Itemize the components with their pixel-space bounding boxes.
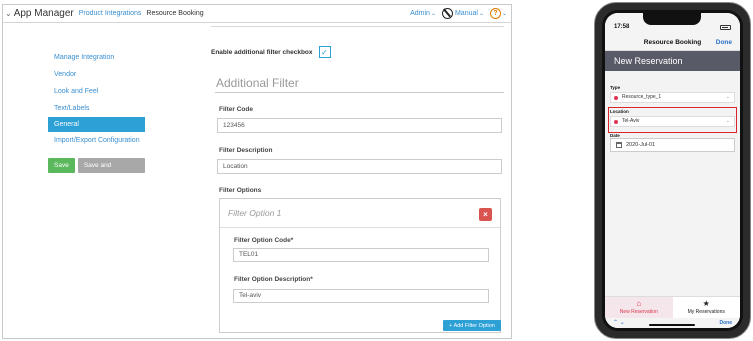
tab-bar: ⌂ New Reservation ★ My Reservations: [605, 296, 740, 318]
divider: [220, 227, 500, 228]
sidebar-item-look-and-feel[interactable]: Look and Feel: [48, 83, 145, 100]
option-code-label: Filter Option Code*: [234, 237, 294, 244]
filter-code-label: Filter Code: [219, 106, 253, 113]
divider: [211, 26, 504, 27]
home-icon: ⌂: [636, 299, 642, 308]
chevron-down-icon: ⌄: [501, 11, 507, 17]
top-right-menu: Admin ⌄ Manual ⌄ ? ⌄: [410, 8, 511, 19]
phone-notch: [643, 13, 701, 25]
sidebar-item-manage-integration[interactable]: Manage Integration: [48, 49, 145, 66]
sidebar-item-general[interactable]: General: [48, 117, 145, 132]
type-select[interactable]: Resource_type_1 ⌄: [610, 92, 735, 103]
nav-resource-booking: Resource Booking: [146, 10, 204, 17]
check-icon: ✓: [321, 47, 328, 57]
add-filter-option-button[interactable]: + Add Filter Option: [443, 320, 501, 331]
save-continue-button[interactable]: Save and Continue Editing: [77, 158, 145, 184]
type-label: Type: [610, 85, 621, 90]
divider: [215, 92, 504, 93]
nav-product-integrations[interactable]: Product Integrations: [79, 10, 142, 17]
location-value: Tel-Aviv: [622, 118, 640, 124]
phone-screen: 17:58 Resource Booking Done New Reservat…: [605, 13, 740, 328]
accessory-done-button[interactable]: Done: [720, 320, 733, 326]
enable-filter-checkbox[interactable]: ✓: [318, 46, 331, 58]
sidebar: Manage Integration Vendor Look and Feel …: [48, 49, 145, 184]
required-dot-icon: [614, 96, 618, 100]
section-title: Additional Filter: [216, 76, 299, 90]
done-button[interactable]: Done: [716, 35, 732, 51]
admin-menu[interactable]: Admin: [410, 10, 430, 17]
close-icon: ×: [483, 210, 488, 219]
calendar-icon: [616, 142, 622, 148]
battery-icon: [720, 25, 731, 30]
phone-bezel: 17:58 Resource Booking Done New Reservat…: [602, 10, 743, 331]
sidebar-item-vendor[interactable]: Vendor: [48, 66, 145, 83]
status-time: 17:58: [614, 24, 630, 30]
option-description-label: Filter Option Description*: [234, 276, 313, 283]
phone-frame: 17:58 Resource Booking Done New Reservat…: [594, 2, 751, 339]
option-description-input[interactable]: Tel-aviv: [233, 289, 489, 303]
sidebar-item-import-export[interactable]: Import/Export Configuration: [48, 132, 145, 149]
chevron-down-icon: ⌄: [478, 11, 484, 17]
admin-panel: ⌄ App Manager Product Integrations Resou…: [2, 4, 512, 339]
type-value: Resource_type_1: [622, 94, 662, 100]
tab-my-reservations[interactable]: ★ My Reservations: [672, 297, 740, 318]
save-button[interactable]: Save: [48, 158, 75, 173]
tab-label: My Reservations: [687, 309, 725, 315]
enable-filter-row: Enable additional filter checkbox ✓: [211, 46, 331, 58]
tab-new-reservation[interactable]: ⌂ New Reservation: [605, 297, 673, 318]
top-bar: ⌄ App Manager Product Integrations Resou…: [3, 5, 511, 23]
keyboard-accessory-bar: ⌃ ⌄ Done: [605, 318, 740, 328]
location-label: Location: [610, 109, 629, 114]
chevron-down-icon[interactable]: ⌄: [5, 9, 12, 18]
sidebar-buttons: Save Save and Continue Editing: [48, 158, 145, 184]
filter-options-label: Filter Options: [219, 187, 262, 194]
star-icon: ★: [702, 299, 710, 308]
chevron-down-icon: ⌄: [430, 11, 436, 17]
screen-title: New Reservation: [605, 51, 740, 71]
app-title: App Manager: [13, 8, 74, 19]
nav-title: Resource Booking: [643, 39, 702, 46]
manual-menu[interactable]: Manual: [455, 10, 478, 17]
date-input[interactable]: 2020-Jul-01: [610, 138, 735, 152]
chevron-down-icon: ⌄: [725, 118, 730, 124]
chevron-up-down-icon[interactable]: ⌃ ⌄: [613, 319, 625, 326]
filter-code-input[interactable]: 123456: [217, 118, 502, 133]
sidebar-item-text-labels[interactable]: Text/Labels: [48, 100, 145, 117]
no-entry-icon[interactable]: [441, 8, 453, 19]
required-dot-icon: [614, 120, 618, 124]
option-code-input[interactable]: TEL01: [233, 248, 489, 262]
reservation-form: Type Resource_type_1 ⌄ Location Tel-Aviv…: [605, 71, 740, 296]
chevron-down-icon: ⌄: [725, 94, 730, 100]
remove-option-button[interactable]: ×: [479, 208, 492, 221]
tab-label: New Reservation: [619, 309, 658, 315]
date-value: 2020-Jul-01: [626, 142, 656, 148]
filter-description-label: Filter Description: [219, 147, 273, 154]
help-icon[interactable]: ?: [489, 8, 501, 19]
nav-title-bar: Resource Booking Done: [605, 35, 740, 51]
filter-option-title: Filter Option 1: [228, 208, 282, 218]
filter-description-input[interactable]: Location: [217, 159, 502, 174]
filter-option-card: Filter Option 1 × Filter Option Code* TE…: [219, 198, 501, 333]
enable-filter-label: Enable additional filter checkbox: [211, 48, 313, 56]
location-select[interactable]: Tel-Aviv ⌄: [610, 116, 735, 127]
home-indicator: [649, 324, 695, 326]
